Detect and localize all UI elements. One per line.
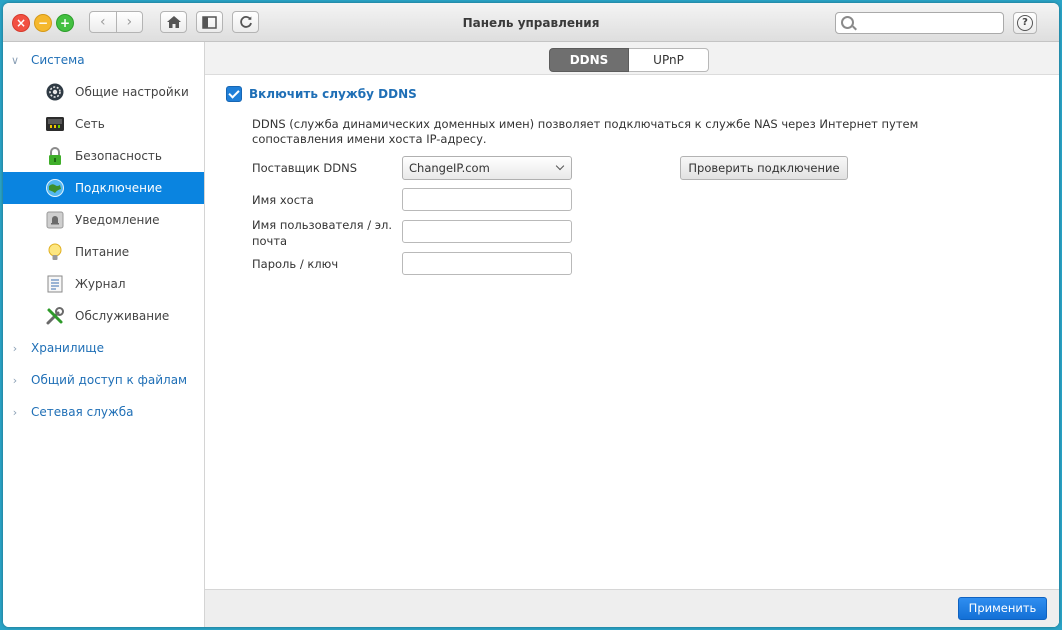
sidebar-item-label: Обслуживание bbox=[75, 309, 170, 323]
chevron-right-icon: › bbox=[12, 405, 18, 419]
bell-icon bbox=[45, 210, 65, 230]
sidebar-item-label: Безопасность bbox=[75, 149, 162, 163]
sidebar-item-label: Сеть bbox=[75, 117, 105, 131]
sidebar-item-security[interactable]: Безопасность bbox=[3, 140, 204, 172]
gear-icon bbox=[45, 82, 65, 102]
sidebar-item-maintenance[interactable]: Обслуживание bbox=[3, 300, 204, 332]
refresh-button[interactable] bbox=[232, 11, 259, 33]
ddns-description: DDNS (служба динамических доменных имен)… bbox=[252, 117, 919, 146]
sidebar-item-label: Уведомление bbox=[75, 213, 160, 227]
search-icon bbox=[841, 16, 854, 29]
search-box[interactable] bbox=[835, 12, 1004, 34]
password-field[interactable] bbox=[402, 252, 572, 275]
sidebar-item-label: Общие настройки bbox=[75, 85, 189, 99]
enable-ddns-option[interactable]: Включить службу DDNS bbox=[226, 86, 417, 102]
control-panel-window: × − + ‹ › Панель управления ? ∨ Система … bbox=[3, 3, 1059, 627]
sidebar-item-power[interactable]: Питание bbox=[3, 236, 204, 268]
help-button[interactable]: ? bbox=[1013, 12, 1037, 34]
provider-selected-value: ChangeIP.com bbox=[409, 161, 490, 175]
sidebar-item-notification[interactable]: Уведомление bbox=[3, 204, 204, 236]
check-connection-button[interactable]: Проверить подключение bbox=[680, 156, 848, 180]
username-label: Имя пользователя / эл. почта bbox=[252, 218, 393, 248]
home-button[interactable] bbox=[160, 11, 187, 33]
network-icon bbox=[45, 114, 65, 134]
main-panel: DDNS UPnP Включить службу DDNS DDNS (слу… bbox=[205, 42, 1059, 627]
hostname-label: Имя хоста bbox=[252, 193, 314, 207]
title-bar: × − + ‹ › Панель управления ? bbox=[3, 3, 1059, 42]
chevron-right-icon: › bbox=[12, 373, 18, 387]
sidebar-icon bbox=[202, 15, 217, 29]
sidebar-item-general-settings[interactable]: Общие настройки bbox=[3, 76, 204, 108]
tab-bar: DDNS UPnP bbox=[205, 42, 1059, 75]
provider-select[interactable]: ChangeIP.com bbox=[402, 156, 572, 180]
enable-ddns-checkbox[interactable] bbox=[226, 86, 242, 102]
sidebar-item-label: Питание bbox=[75, 245, 130, 259]
sidebar-item-label: Журнал bbox=[75, 277, 126, 291]
sidebar-item-log[interactable]: Журнал bbox=[3, 268, 204, 300]
sidebar-category-label: Сетевая служба bbox=[31, 405, 134, 419]
close-window-button[interactable]: × bbox=[12, 14, 30, 32]
tab-ddns[interactable]: DDNS bbox=[549, 48, 629, 72]
globe-icon bbox=[45, 178, 65, 198]
sidebar-category-system[interactable]: ∨ Система bbox=[3, 44, 204, 76]
sidebar-category-label: Хранилище bbox=[31, 341, 104, 355]
footer-bar: Применить bbox=[205, 589, 1059, 627]
apply-button[interactable]: Применить bbox=[958, 597, 1047, 620]
search-input[interactable] bbox=[856, 15, 1000, 33]
lightbulb-icon bbox=[45, 242, 65, 262]
username-field[interactable] bbox=[402, 220, 572, 243]
tab-upnp[interactable]: UPnP bbox=[629, 48, 709, 72]
back-button[interactable]: ‹ bbox=[90, 12, 117, 32]
sidebar-category-label: Общий доступ к файлам bbox=[31, 373, 188, 387]
forward-button[interactable]: › bbox=[117, 12, 143, 32]
tools-icon bbox=[45, 306, 65, 326]
minimize-window-button[interactable]: − bbox=[34, 14, 52, 32]
sidebar-item-label: Подключение bbox=[75, 181, 163, 195]
sidebar-item-connection[interactable]: Подключение bbox=[3, 172, 204, 204]
lock-icon bbox=[45, 146, 65, 166]
chevron-down-icon bbox=[555, 161, 565, 171]
sidebar: ∨ Система Общие настройки Сеть Безопасно… bbox=[3, 42, 205, 627]
provider-label: Поставщик DDNS bbox=[252, 161, 358, 175]
sidebar-category-storage[interactable]: › Хранилище bbox=[3, 332, 204, 364]
sidebar-category-file-sharing[interactable]: › Общий доступ к файлам bbox=[3, 364, 204, 396]
chevron-down-icon: ∨ bbox=[10, 53, 20, 67]
sidebar-category-label: Система bbox=[31, 53, 85, 67]
maximize-window-button[interactable]: + bbox=[56, 14, 74, 32]
sidebar-category-network-service[interactable]: › Сетевая служба bbox=[3, 396, 204, 428]
home-icon bbox=[166, 16, 181, 28]
enable-ddns-label: Включить службу DDNS bbox=[249, 87, 417, 101]
password-label: Пароль / ключ bbox=[252, 257, 339, 271]
help-icon: ? bbox=[1017, 15, 1033, 31]
history-nav-group: ‹ › bbox=[89, 11, 143, 33]
chevron-right-icon: › bbox=[12, 341, 18, 355]
toggle-sidebar-button[interactable] bbox=[196, 11, 223, 33]
log-icon bbox=[45, 274, 65, 294]
sidebar-item-network[interactable]: Сеть bbox=[3, 108, 204, 140]
refresh-icon bbox=[239, 16, 252, 28]
hostname-field[interactable] bbox=[402, 188, 572, 211]
